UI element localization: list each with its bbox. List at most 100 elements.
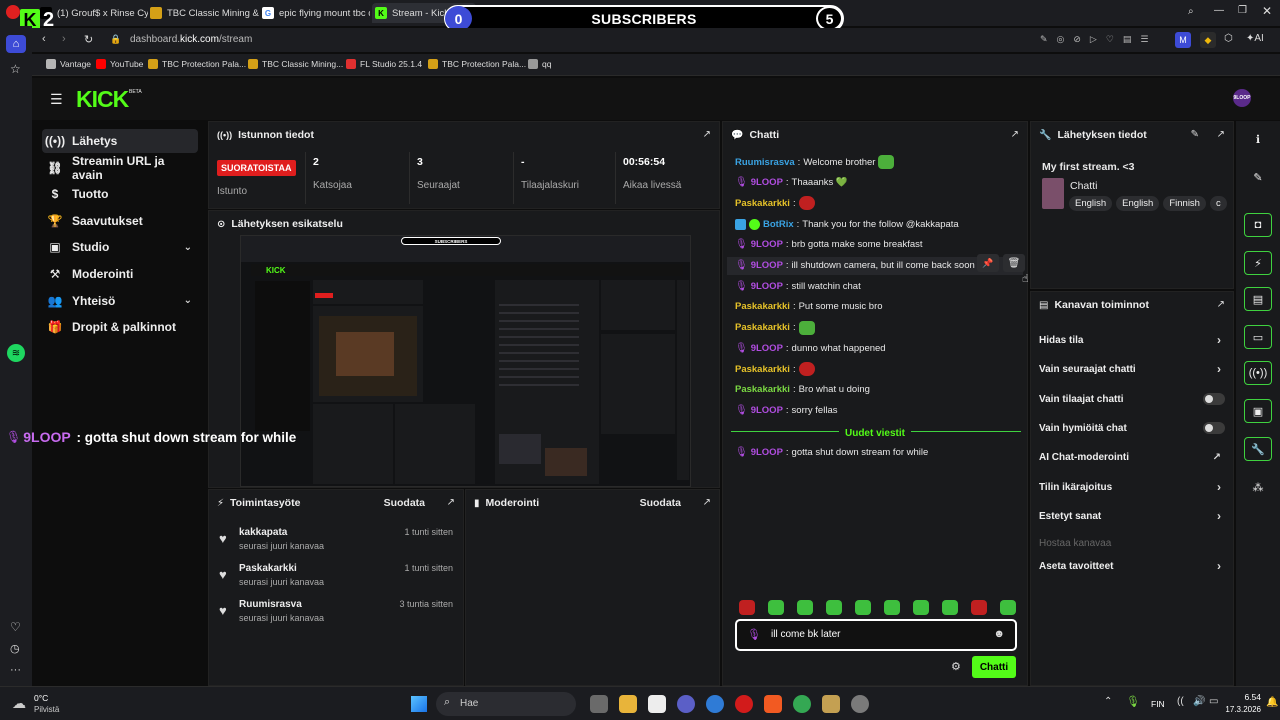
chat-icon[interactable]: ▭ [1244,325,1272,349]
bookmark-item[interactable]: TBC Classic Mining... [248,59,343,69]
extensions-icon[interactable]: ⬡ [1224,33,1233,44]
bookmark-item[interactable]: TBC Protection Pala... [148,59,246,69]
tray-chevron-icon[interactable]: ⌃ [1104,696,1112,707]
stream-preview-video[interactable]: SUBSCRIBERS KICK [240,235,691,487]
emote-picker-icon[interactable] [913,600,929,615]
sidebar-item[interactable]: 👥 Yhteisö ⌄ [42,289,198,313]
activity-filter-button[interactable]: Suodata [384,497,425,509]
delete-icon[interactable]: 🗑 [1003,254,1025,272]
spotify-icon[interactable]: ≋ [7,344,25,362]
popout-icon[interactable]: ↗ [1011,129,1019,140]
activity-user[interactable]: Paskakarkki [239,563,297,574]
channel-action[interactable]: Vain tilaajat chatti [1039,389,1225,409]
close-window-button[interactable]: ✕ [1262,4,1272,18]
toolbar-icons[interactable]: ✎◎⊘▷♡▤☰ [1040,34,1158,45]
tools-icon[interactable]: 🔧 [1244,437,1272,461]
emote-picker-icon[interactable] [739,600,755,615]
channel-action[interactable]: Aseta tavoitteet › [1039,556,1225,576]
channel-action[interactable]: Vain seuraajat chatti › [1039,359,1225,379]
obs-icon[interactable] [851,695,869,713]
popout-icon[interactable]: ↗ [1217,299,1225,310]
clipboard-icon[interactable]: ▤ [1244,287,1272,311]
ai-button[interactable]: ✦AI [1246,33,1264,44]
url-field[interactable]: dashboard.kick.com/stream [130,34,252,45]
wifi-icon[interactable]: (( [1177,696,1184,707]
layout-icon[interactable]: ▣ [1244,399,1272,423]
opera-logo-icon[interactable] [6,5,20,19]
more-icon[interactable]: ··· [10,664,21,676]
chat-username[interactable]: 9LOOP [751,281,783,292]
minimize-button[interactable]: — [1214,5,1224,16]
activity-user[interactable]: kakkapata [239,527,287,538]
notification-icon[interactable]: 🔔 [1266,697,1278,708]
chat-username[interactable]: Paskakarkki [735,364,790,375]
emote-picker-icon[interactable] [884,600,900,615]
chat-message[interactable]: BotRix: Thank you for the follow @kakkapa… [735,215,1015,233]
chat-username[interactable]: Paskakarkki [735,198,790,209]
wow-icon[interactable] [822,695,840,713]
weather-temp[interactable]: 0°C [34,693,48,703]
chat-message[interactable]: Paskakarkki: [735,319,1015,337]
task-view-icon[interactable] [590,695,608,713]
windows-start-icon[interactable] [411,696,427,712]
heart-icon[interactable]: ♡ [10,620,21,634]
chat-message[interactable]: Paskakarkki: [735,360,1015,378]
wallet-icon[interactable]: ◆ [1200,32,1216,48]
chat-message[interactable]: Paskakarkki: Bro what u doing [735,381,1015,399]
share-icon[interactable]: ⁂ [1244,475,1272,499]
chat-settings-gear-icon[interactable]: ⚙ [951,660,961,673]
browser-tab[interactable]: Gepic flying mount tbc cos✕ [262,3,370,23]
popout-icon[interactable]: ↗ [1217,129,1225,140]
sidebar-item[interactable]: $ Tuotto [42,182,198,206]
home-icon[interactable]: ⌂ [6,35,26,53]
chat-username[interactable]: 9LOOP [751,447,783,458]
pin-icon[interactable]: 📌 [977,254,999,272]
chat-username[interactable]: 9LOOP [751,260,783,271]
toggle-switch[interactable] [1203,422,1225,434]
chat-username[interactable]: 9LOOP [751,177,783,188]
chat-message[interactable]: 🎙 9LOOP: Thaaanks 💚 [735,174,1015,192]
info-icon[interactable]: ℹ [1244,127,1272,151]
chat-message[interactable]: 🎙 9LOOP: dunno what happened [735,339,1015,357]
bookmark-item[interactable]: YouTube [96,59,143,69]
broadcast-signal-icon[interactable]: ((•)) [1244,361,1272,385]
send-chat-button[interactable]: Chatti [972,656,1016,678]
chat-message[interactable]: 🎙 9LOOP: gotta shut down stream for whil… [735,443,1015,461]
mic-tray-icon[interactable]: 🎙 [1126,695,1140,708]
popout-icon[interactable]: ↗ [447,497,455,508]
battery-icon[interactable]: ▭ [1209,696,1218,707]
bookmark-item[interactable]: TBC Protection Pala... [428,59,526,69]
lightning-icon[interactable]: ⚡ [1244,251,1272,275]
bookmark-item[interactable]: Vantage [46,59,91,69]
back-icon[interactable]: ‹ [42,33,46,45]
emote-picker-icon[interactable] [1000,600,1016,615]
sidebar-item[interactable]: 🏆 Saavutukset [42,209,198,233]
hamburger-menu-icon[interactable]: ☰ [50,91,63,108]
chat-username[interactable]: 9LOOP [751,239,783,250]
chat-username[interactable]: Paskakarkki [735,301,790,312]
channel-action[interactable]: Vain hymiöitä chat [1039,418,1225,438]
opera-taskbar-icon[interactable] [735,695,753,713]
chat-username[interactable]: Ruumisrasva [735,157,795,168]
chat-input[interactable]: 🎙 ill come bk later ☻ [735,619,1017,651]
browser-tab[interactable]: TBC Classic Mining & Sme✕ [150,3,260,23]
sidebar-item[interactable]: ▣ Studio ⌄ [42,235,198,259]
forward-icon[interactable]: › [62,33,66,45]
emote-picker-icon[interactable] [768,600,784,615]
emoji-icon[interactable]: ☻ [993,628,1005,640]
sidebar-item[interactable]: ((•)) Lähetys [42,129,198,153]
pencil-icon[interactable]: ✎ [1244,165,1272,189]
popout-icon[interactable]: ↗ [703,129,711,140]
star-icon[interactable]: ☆ [10,62,21,76]
category-name[interactable]: Chatti [1070,180,1097,192]
volume-icon[interactable]: 🔊 [1193,696,1205,707]
brave-icon[interactable] [764,695,782,713]
sidebar-item[interactable]: ⛓ Streamin URL ja avain [42,154,198,182]
chat-message[interactable]: 🎙 9LOOP: still watchin chat [735,277,1015,295]
user-avatar[interactable]: 9LOOP [1233,89,1251,107]
channel-action[interactable]: AI Chat-moderointi ↗ [1039,447,1225,467]
chrome-icon[interactable] [793,695,811,713]
tag-pill[interactable]: English [1116,196,1160,211]
chat-message[interactable]: Paskakarkki: [735,194,1015,212]
discord-icon[interactable] [677,695,695,713]
